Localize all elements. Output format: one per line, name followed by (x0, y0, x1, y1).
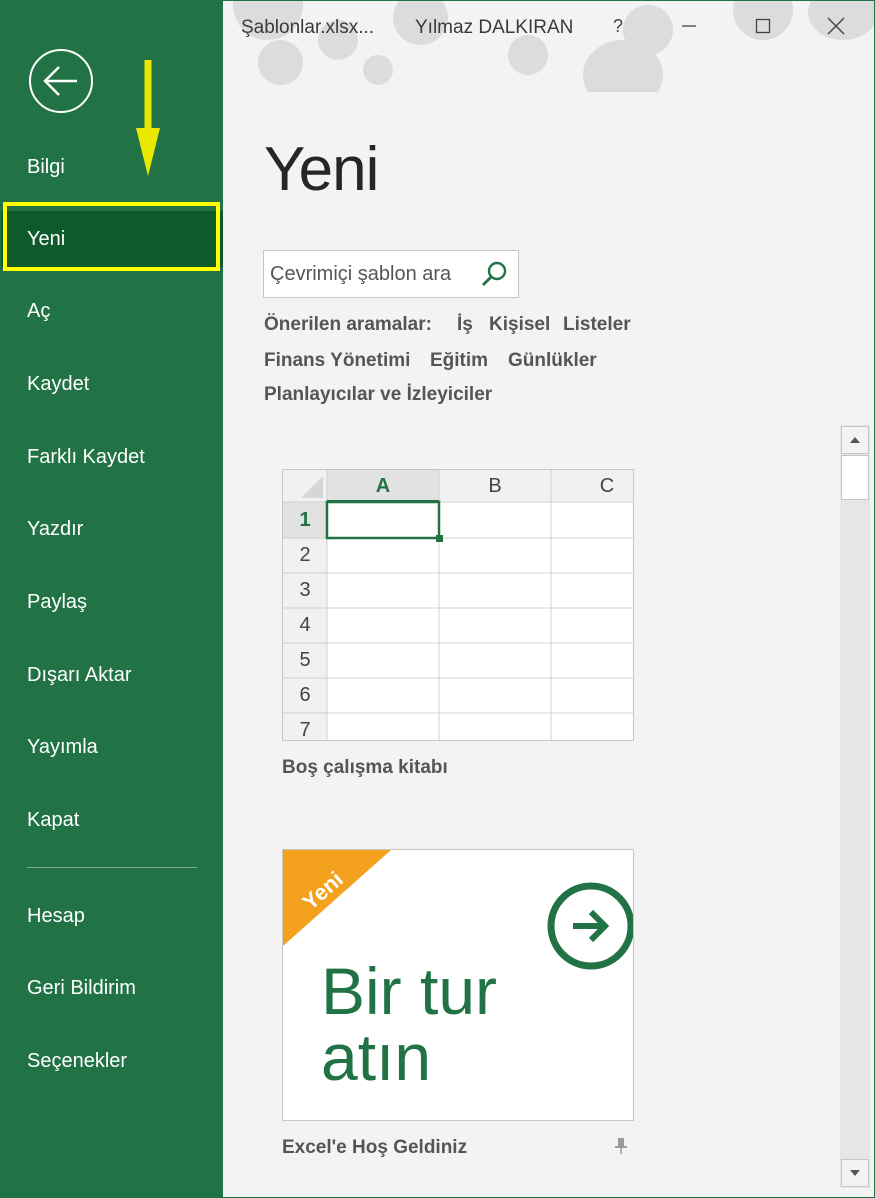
template-label[interactable]: Excel'e Hoş Geldiniz (282, 1137, 467, 1159)
minimize-button[interactable] (669, 10, 709, 42)
nav-farkli-kaydet[interactable]: Farklı Kaydet (0, 429, 223, 485)
nav-secenekler[interactable]: Seçenekler (0, 1033, 223, 1089)
suggestion-link[interactable]: Finans Yönetimi (264, 350, 410, 372)
nav-ac[interactable]: Aç (0, 283, 223, 339)
suggestion-link[interactable]: Günlükler (508, 350, 597, 372)
suggestion-link[interactable]: Eğitim (430, 350, 488, 372)
row-header: 5 (299, 649, 311, 671)
nav-paylas[interactable]: Paylaş (0, 574, 223, 630)
decor-blob (258, 40, 303, 85)
scroll-down-button[interactable] (841, 1159, 869, 1187)
nav-label: Paylaş (27, 590, 88, 613)
search-icon[interactable] (480, 259, 510, 289)
nav-label: Geri Bildirim (27, 976, 136, 999)
backstage-sidebar: Bilgi Yeni Aç Kaydet Farklı Kaydet Yazdı… (0, 0, 223, 1198)
main-content: Yeni Önerilen aramalar: İş Kişisel Liste… (223, 92, 840, 1198)
chevron-down-icon (850, 1170, 860, 1176)
column-header: A (375, 474, 391, 497)
annotation-arrow-icon (136, 60, 160, 176)
nav-label: Kaydet (27, 372, 90, 395)
row-header: 3 (299, 579, 311, 601)
decor-blob (508, 35, 548, 75)
help-button[interactable]: ? (598, 10, 638, 42)
template-label[interactable]: Boş çalışma kitabı (282, 757, 448, 779)
nav-geri-bildirim[interactable]: Geri Bildirim (0, 960, 223, 1016)
nav-label: Kapat (27, 808, 80, 831)
nav-label: Yayımla (27, 735, 98, 758)
decor-blob (363, 55, 393, 85)
back-arrow-icon (43, 66, 77, 96)
template-excel-tour[interactable]: Yeni Bir tur atın (282, 849, 634, 1121)
nav-label: Yazdır (27, 517, 84, 540)
suggestion-link[interactable]: Listeler (563, 314, 631, 336)
row-header: 2 (299, 544, 311, 566)
file-name: Şablonlar.xlsx... (241, 17, 375, 38)
nav-kapat[interactable]: Kapat (0, 792, 223, 848)
suggestion-link[interactable]: İş (457, 314, 473, 336)
nav-yazdir[interactable]: Yazdır (0, 501, 223, 557)
suggestion-link[interactable]: Planlayıcılar ve İzleyiciler (264, 384, 492, 406)
tour-line-1: Bir tur (321, 954, 498, 1028)
chevron-up-icon (850, 437, 860, 443)
tour-line-2: atın (321, 1020, 432, 1094)
nav-label: Dışarı Aktar (27, 663, 132, 686)
row-header: 1 (299, 508, 311, 531)
scroll-thumb[interactable] (841, 455, 869, 500)
nav-label: Bilgi (27, 155, 65, 178)
minimize-icon (682, 25, 696, 27)
nav-disari-aktar[interactable]: Dışarı Aktar (0, 647, 223, 703)
maximize-button[interactable] (743, 10, 783, 42)
back-button[interactable] (29, 49, 93, 113)
template-blank-workbook[interactable]: A B C 1 2 3 4 5 6 7 (282, 469, 634, 741)
sidebar-divider (27, 867, 197, 868)
column-header: C (599, 474, 615, 497)
nav-kaydet[interactable]: Kaydet (0, 356, 223, 412)
row-header: 6 (299, 684, 311, 706)
tour-heading: Bir tur atın (321, 958, 497, 1090)
title-bar: Şablonlar.xlsx... Yılmaz DALKIRAN ? (223, 0, 875, 92)
row-header: 7 (299, 719, 311, 741)
vertical-scrollbar[interactable] (840, 425, 870, 1188)
close-icon (827, 17, 845, 35)
nav-bilgi[interactable]: Bilgi (0, 139, 223, 195)
scroll-up-button[interactable] (841, 426, 869, 454)
nav-label: Aç (27, 299, 51, 322)
pin-icon[interactable] (614, 1137, 628, 1155)
suggestion-link[interactable]: Kişisel (489, 314, 550, 336)
nav-label: Hesap (27, 904, 85, 927)
highlight-box (3, 202, 220, 271)
nav-hesap[interactable]: Hesap (0, 888, 223, 944)
row-header: 4 (299, 614, 311, 636)
nav-yayimla[interactable]: Yayımla (0, 719, 223, 775)
column-header: B (488, 474, 502, 497)
suggested-searches-label: Önerilen aramalar: (264, 314, 432, 335)
user-name[interactable]: Yılmaz DALKIRAN (415, 17, 573, 39)
page-title: Yeni (264, 135, 379, 204)
close-button[interactable] (816, 10, 856, 42)
template-search-box (263, 250, 519, 298)
maximize-icon (755, 18, 771, 34)
template-search-input[interactable] (270, 259, 476, 289)
nav-label: Farklı Kaydet (27, 445, 145, 468)
grid-labels: A B C 1 2 3 4 5 6 7 (283, 470, 633, 741)
nav-label: Seçenekler (27, 1049, 128, 1072)
